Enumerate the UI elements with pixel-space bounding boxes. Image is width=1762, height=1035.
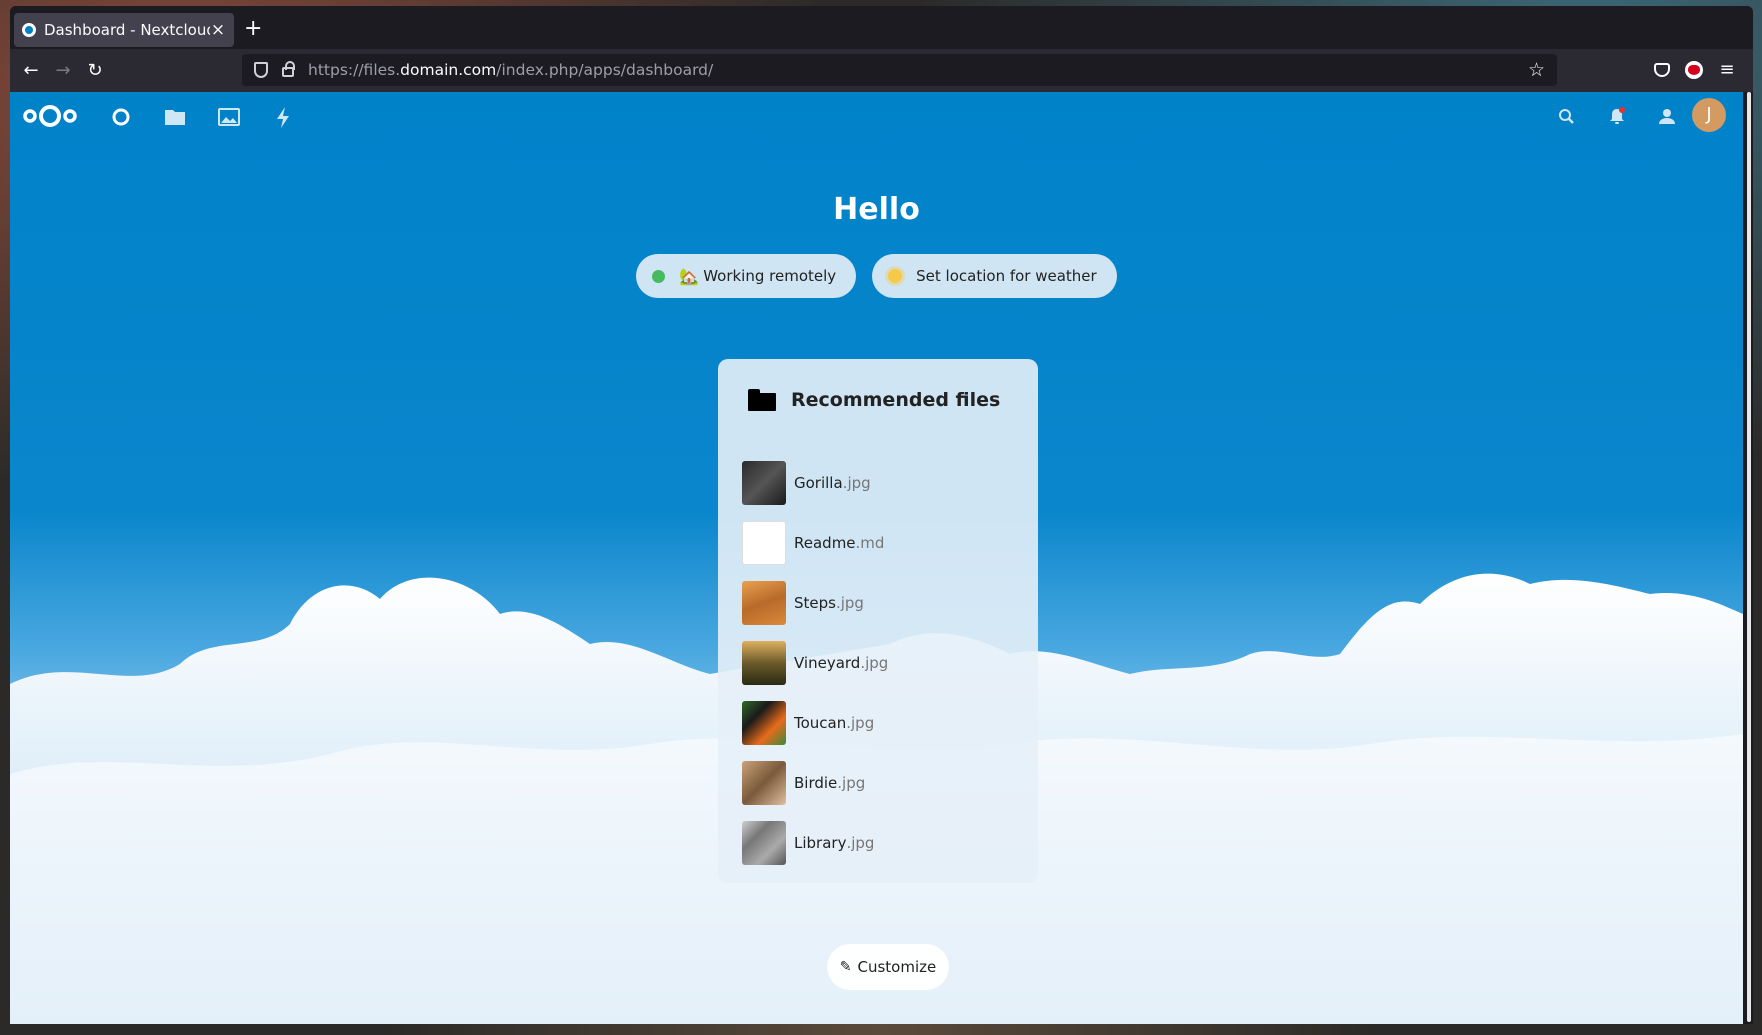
file-list: Gorilla .jpg Readme .md Steps .jpg Vineyard .jp… xyxy=(742,453,888,873)
weather-button[interactable]: Set location for weather xyxy=(872,254,1117,298)
hamburger-menu-icon[interactable]: ≡ xyxy=(1716,59,1738,81)
files-icon[interactable] xyxy=(162,104,188,130)
file-extension: .jpg xyxy=(837,774,866,792)
greeting-heading: Hello xyxy=(833,192,920,227)
file-item[interactable]: Vineyard .jpg xyxy=(742,633,888,693)
bookmark-star-icon[interactable]: ☆ xyxy=(1528,59,1545,81)
activity-icon[interactable] xyxy=(270,104,296,130)
tab-strip: Dashboard - Nextcloud × + xyxy=(10,6,1753,49)
customize-label: Customize xyxy=(857,958,937,976)
folder-icon xyxy=(748,389,776,411)
file-extension: .md xyxy=(855,534,885,552)
online-status-dot-icon xyxy=(652,269,666,283)
user-avatar[interactable]: J xyxy=(1692,98,1726,132)
scrollbar-thumb[interactable] xyxy=(1747,92,1751,1022)
new-tab-button[interactable]: + xyxy=(244,18,262,40)
file-name: Vineyard xyxy=(794,654,861,672)
file-item[interactable]: Library .jpg xyxy=(742,813,888,873)
file-item[interactable]: Gorilla .jpg xyxy=(742,453,888,513)
customize-button[interactable]: ✎ Customize xyxy=(827,944,949,990)
file-name: Readme xyxy=(794,534,856,552)
file-extension: .jpg xyxy=(835,594,864,612)
status-row: 🏡 Working remotely Set location for weat… xyxy=(10,254,1743,298)
panel-header: Recommended files xyxy=(748,389,1000,411)
weather-label: Set location for weather xyxy=(916,267,1097,285)
nextcloud-page: J Hello 🏡 Working remotely Set location … xyxy=(10,92,1743,1024)
file-extension: .jpg xyxy=(846,714,875,732)
file-thumbnail xyxy=(742,521,786,565)
navigation-toolbar: ← → ↻ https://files.domain.com/index.php… xyxy=(10,49,1753,92)
file-extension: .jpg xyxy=(846,834,875,852)
file-name: Steps xyxy=(794,594,836,612)
extension-icon[interactable] xyxy=(1683,59,1705,81)
contacts-icon[interactable] xyxy=(1652,102,1682,132)
file-thumbnail xyxy=(742,821,786,865)
file-name: Birdie xyxy=(794,774,838,792)
nextcloud-logo-icon[interactable] xyxy=(22,101,78,131)
tab-title: Dashboard - Nextcloud xyxy=(44,21,210,39)
forward-button[interactable]: → xyxy=(50,58,76,84)
file-item[interactable]: Readme .md xyxy=(742,513,888,573)
recommended-files-panel: Recommended files Gorilla .jpg Readme .md St… xyxy=(718,359,1038,883)
file-thumbnail xyxy=(742,761,786,805)
file-name: Toucan xyxy=(794,714,847,732)
address-bar[interactable]: https://files.domain.com/index.php/apps/… xyxy=(242,54,1557,86)
file-item[interactable]: Toucan .jpg xyxy=(742,693,888,753)
tab-close-icon[interactable]: × xyxy=(210,20,226,40)
file-item[interactable]: Birdie .jpg xyxy=(742,753,888,813)
search-icon[interactable] xyxy=(1552,102,1582,132)
pencil-icon: ✎ xyxy=(839,959,852,975)
tab-dashboard[interactable]: Dashboard - Nextcloud × xyxy=(14,13,234,47)
reload-button[interactable]: ↻ xyxy=(82,58,108,84)
nextcloud-favicon-icon xyxy=(22,23,36,37)
photos-icon[interactable] xyxy=(216,104,242,130)
back-button[interactable]: ← xyxy=(18,58,44,84)
file-item[interactable]: Steps .jpg xyxy=(742,573,888,633)
nextcloud-header: J xyxy=(10,92,1743,142)
file-extension: .jpg xyxy=(860,654,889,672)
url-text[interactable]: https://files.domain.com/index.php/apps/… xyxy=(308,61,1528,79)
browser-window: Dashboard - Nextcloud × + ← → ↻ https://… xyxy=(10,6,1753,1024)
house-emoji-icon: 🏡 xyxy=(679,266,700,286)
tracking-protection-icon[interactable] xyxy=(254,62,268,78)
dashboard-icon[interactable] xyxy=(108,104,134,130)
weather-sun-icon xyxy=(888,269,903,283)
lock-icon[interactable] xyxy=(282,61,295,77)
file-name: Library xyxy=(794,834,847,852)
panel-title: Recommended files xyxy=(791,389,1001,411)
file-thumbnail xyxy=(742,701,786,745)
file-thumbnail xyxy=(742,581,786,625)
file-name: Gorilla xyxy=(794,474,843,492)
file-thumbnail xyxy=(742,641,786,685)
user-status-button[interactable]: 🏡 Working remotely xyxy=(636,254,857,298)
file-thumbnail xyxy=(742,461,786,505)
notifications-bell-icon[interactable] xyxy=(1602,102,1632,132)
user-status-label: Working remotely xyxy=(703,267,837,285)
file-extension: .jpg xyxy=(842,474,871,492)
pocket-icon[interactable] xyxy=(1651,59,1673,81)
